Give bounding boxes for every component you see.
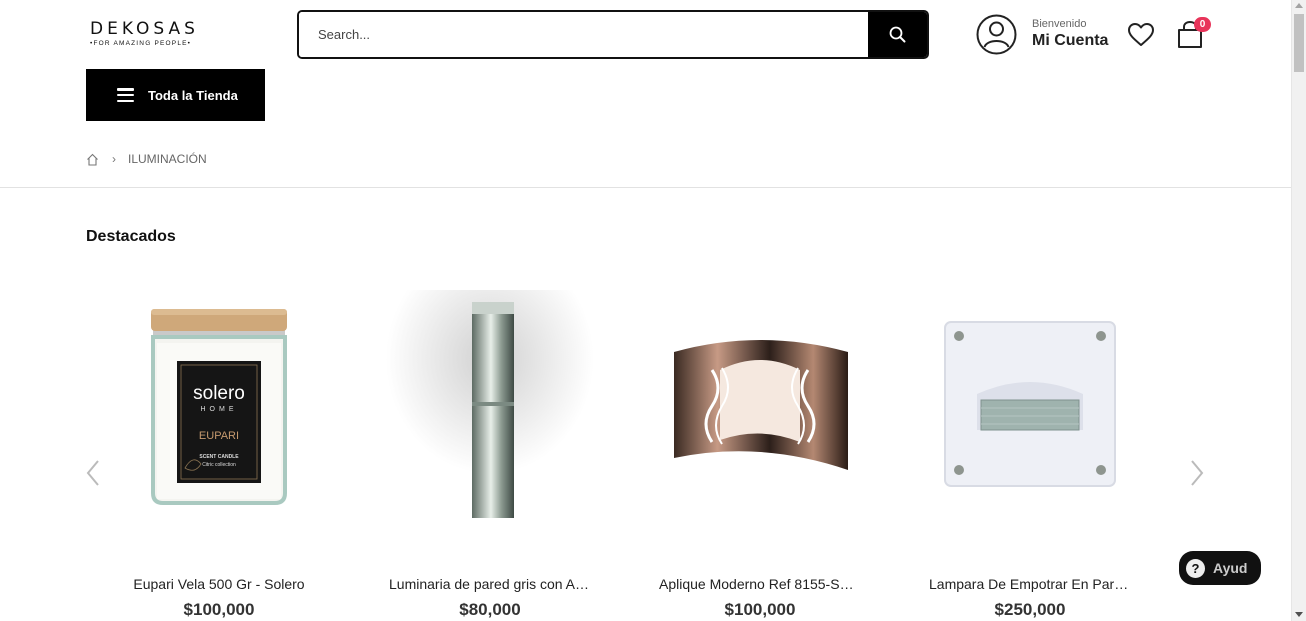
product-card[interactable]: Aplique Moderno Ref 8155-S1 Cobre $100,0… [655, 290, 865, 620]
all-store-menu-button[interactable]: Toda la Tienda [86, 69, 265, 121]
product-image-copper-sconce[interactable] [655, 290, 865, 520]
product-name[interactable]: Lampara De Empotrar En Pared Cuadrada [925, 576, 1135, 592]
help-label: Ayud [1213, 560, 1248, 576]
account-name: Mi Cuenta [1032, 32, 1109, 49]
search-button[interactable] [868, 12, 927, 57]
product-image-wall-luminaire[interactable] [385, 290, 595, 520]
scroll-thumb[interactable] [1294, 14, 1304, 72]
account-link[interactable]: Bienvenido Mi Cuenta [976, 14, 1108, 55]
search-bar [297, 10, 929, 59]
product-name[interactable]: Eupari Vela 500 Gr - Solero [114, 576, 324, 592]
account-welcome: Bienvenido [1032, 18, 1087, 30]
candle-sub-text: HOME [201, 406, 238, 413]
page-scrollbar[interactable] [1291, 0, 1306, 621]
candle-line2-text: Citric collection [202, 462, 236, 468]
help-chat-button[interactable]: ? Ayud [1179, 551, 1261, 585]
logo-tagline: •FOR AMAZING PEOPLE• [90, 40, 192, 47]
section-title: Destacados [86, 228, 176, 245]
product-price: $80,000 [459, 600, 521, 619]
product-price: $100,000 [183, 600, 255, 619]
question-icon: ? [1186, 558, 1205, 578]
scroll-up-icon[interactable] [1295, 3, 1303, 8]
product-price: $250,000 [994, 600, 1066, 619]
user-icon [976, 14, 1017, 55]
candle-product-text: EUPARI [199, 430, 239, 442]
home-icon[interactable] [86, 153, 99, 166]
scroll-down-icon[interactable] [1295, 612, 1303, 617]
logo-text: DEKOSAS [90, 19, 199, 39]
product-card[interactable]: Lampara De Empotrar En Pared Cuadrada $2… [925, 290, 1135, 620]
product-name[interactable]: Aplique Moderno Ref 8155-S1 Cobre [655, 576, 865, 592]
product-image-recessed-lamp[interactable] [925, 290, 1135, 520]
carousel-prev-icon[interactable] [84, 458, 102, 488]
breadcrumb-current: ILUMINACIÓN [128, 152, 207, 166]
product-card[interactable]: solero HOME EUPARI SCENT CANDLE Citric c… [114, 290, 324, 620]
search-icon [889, 26, 906, 43]
product-name[interactable]: Luminaria de pared gris con Anillo [385, 576, 595, 592]
product-card[interactable]: Luminaria de pared gris con Anillo $80,0… [385, 290, 595, 620]
search-input[interactable] [299, 12, 868, 57]
product-price: $100,000 [724, 600, 796, 619]
wishlist-heart-icon[interactable] [1127, 22, 1155, 48]
menu-icon [117, 88, 134, 102]
header-divider [0, 187, 1291, 188]
site-logo[interactable]: DEKOSAS •FOR AMAZING PEOPLE• [90, 20, 206, 47]
breadcrumb: › ILUMINACIÓN [86, 152, 207, 166]
candle-brand-text: solero [193, 383, 245, 404]
product-image-candle[interactable]: solero HOME EUPARI SCENT CANDLE Citric c… [114, 290, 324, 520]
cart-count-badge: 0 [1194, 17, 1211, 32]
candle-line1-text: SCENT CANDLE [199, 454, 239, 460]
all-store-label: Toda la Tienda [148, 87, 238, 103]
carousel-next-icon[interactable] [1188, 458, 1206, 488]
breadcrumb-separator-icon: › [112, 152, 116, 166]
